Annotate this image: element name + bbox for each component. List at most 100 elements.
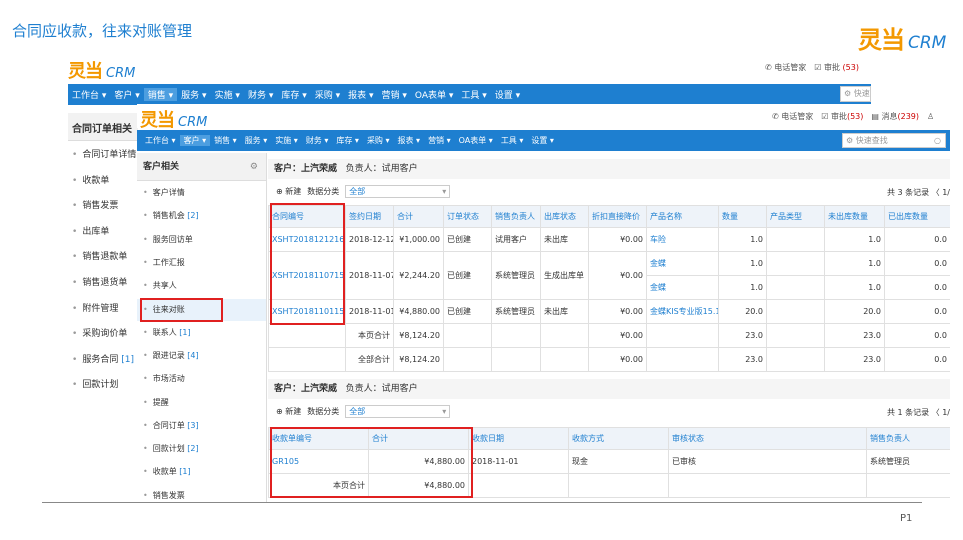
back-sidebar-item-service-contract[interactable]: • 服务合同 [1] (72, 352, 134, 365)
panel-item-work-report[interactable]: • 工作汇报 (143, 257, 185, 268)
user-icon[interactable]: ♙ (927, 112, 934, 121)
back-sidebar-item-payment-plan[interactable]: • 回款计划 (72, 377, 118, 390)
panel-item-marketing[interactable]: • 市场活动 (143, 373, 185, 384)
panel-item-contract-order[interactable]: • 合同订单 [3] (143, 420, 199, 431)
front-nav-service[interactable]: 服务 ▾ (241, 135, 272, 146)
product-link[interactable]: 金蝶 (646, 275, 719, 300)
table-row: GR105 ¥4,880.00 2018-11-01 现金 已审核 系统管理员 (268, 449, 950, 474)
contract-no-link[interactable]: XSHT20181107157 (268, 251, 346, 300)
front-approve-link[interactable]: ☑ 审批(53) (821, 111, 863, 122)
back-nav-finance[interactable]: 财务 ▾ (244, 88, 277, 101)
section1-new-button[interactable]: ⊕ 新建 (276, 186, 301, 197)
col-receipt-method[interactable]: 收款方式 (568, 427, 669, 450)
back-nav-report[interactable]: 报表 ▾ (344, 88, 377, 101)
section2-category-select[interactable]: 全部 ▾ (345, 405, 451, 418)
back-quick-search[interactable]: ⚙ 快速 (840, 86, 871, 102)
panel-item-share[interactable]: • 共享人 (143, 280, 177, 291)
panel-item-invoice[interactable]: • 销售发票 (143, 490, 185, 501)
back-nav-workbench[interactable]: 工作台 ▾ (68, 88, 110, 101)
product-link[interactable]: 车险 (646, 227, 719, 252)
col-product-type[interactable]: 产品类型 (766, 205, 825, 228)
front-nav-finance[interactable]: 财务 ▾ (302, 135, 333, 146)
panel-item-followup[interactable]: • 跟进记录 [4] (143, 350, 199, 361)
col-total[interactable]: 合计 (393, 205, 444, 228)
back-sidebar-title: 合同订单相关 (72, 124, 132, 135)
product-link[interactable]: 金蝶 (646, 251, 719, 276)
contract-no-link[interactable]: XSHT20181212162 (268, 227, 346, 252)
receipt-no-link[interactable]: GR105 (268, 449, 369, 474)
panel-item-receipt[interactable]: • 收款单 [1] (143, 466, 191, 477)
col-audit-status[interactable]: 审核状态 (668, 427, 867, 450)
back-nav-sales[interactable]: 销售 ▾ (143, 88, 178, 101)
col-receipt-date[interactable]: 收款日期 (468, 427, 569, 450)
back-sidebar-item-attachment[interactable]: • 附件管理 (72, 301, 118, 314)
back-nav-tools[interactable]: 工具 ▾ (457, 88, 490, 101)
panel-item-reminder[interactable]: • 提醒 (143, 397, 169, 408)
front-nav-implement[interactable]: 实施 ▾ (271, 135, 302, 146)
back-nav-oa[interactable]: OA表单 ▾ (411, 88, 457, 101)
panel-item-opportunity[interactable]: • 销售机会 [2] (143, 210, 199, 221)
back-sidebar-item-inquiry[interactable]: • 采购询价单 (72, 326, 127, 339)
col-product[interactable]: 产品名称 (646, 205, 719, 228)
front-nav-inventory[interactable]: 库存 ▾ (332, 135, 363, 146)
section2-new-button[interactable]: ⊕ 新建 (276, 406, 301, 417)
back-nav-settings[interactable]: 设置 ▾ (491, 88, 524, 101)
section1-category-select[interactable]: 全部 ▾ (345, 185, 451, 198)
back-approve-link[interactable]: ☑ 审批 (53) (814, 62, 859, 73)
front-nav-workbench[interactable]: 工作台 ▾ (137, 135, 180, 146)
back-sidebar-item-outbound[interactable]: • 出库单 (72, 224, 109, 237)
back-sidebar-item-refund[interactable]: • 销售退款单 (72, 249, 127, 262)
col-contract-no[interactable]: 合同编号 (268, 205, 346, 228)
col-receipt-total[interactable]: 合计 (368, 427, 469, 450)
col-out-qty[interactable]: 已出库数量 (884, 205, 950, 228)
front-search-input[interactable]: ⚙ 快速查找 ○ (842, 133, 946, 148)
cell-owner: 试用客户 (491, 227, 541, 252)
col-receipt-no[interactable]: 收款单编号 (268, 427, 369, 450)
back-nav-purchase[interactable]: 采购 ▾ (311, 88, 344, 101)
col-order-status[interactable]: 订单状态 (443, 205, 492, 228)
front-nav-oa[interactable]: OA表单 ▾ (455, 135, 497, 146)
front-message-link[interactable]: ▤ 消息(239) (871, 111, 919, 122)
contract-no-link[interactable]: XSHT20181101156 (268, 299, 346, 324)
front-nav-customer[interactable]: 客户 ▾ (179, 135, 211, 146)
receipt-page-total-label: 本页合计 (268, 473, 369, 498)
front-nav-report[interactable]: 报表 ▾ (394, 135, 425, 146)
back-phone-link[interactable]: ✆ 电话管家 (765, 62, 806, 73)
panel-item-service-visit[interactable]: • 服务回访单 (143, 234, 193, 245)
section2-customer-label: 客户：上汽荣威 (274, 384, 338, 394)
panel-item-payment-plan[interactable]: • 回款计划 [2] (143, 443, 199, 454)
back-sidebar-item-contract-detail[interactable]: • 合同订单详情 (72, 147, 136, 160)
cell-receipt-owner: 系统管理员 (866, 449, 950, 474)
panel-item-customer-detail[interactable]: • 客户详情 (143, 187, 185, 198)
back-sidebar-item-invoice[interactable]: • 销售发票 (72, 198, 118, 211)
panel-item-contact[interactable]: • 联系人 [1] (143, 327, 191, 338)
back-sidebar-item-receipt[interactable]: • 收款单 (72, 173, 109, 186)
front-nav-tools[interactable]: 工具 ▾ (497, 135, 528, 146)
cell-out: 0.0 (884, 251, 950, 276)
settings-gear-icon[interactable]: ⚙ (250, 153, 258, 181)
back-sidebar-item-return[interactable]: • 销售退货单 (72, 275, 127, 288)
product-link[interactable]: 金蝶KIS专业版15.1 (646, 299, 719, 324)
customer-related-panel: 客户相关 ⚙ • 客户详情 • 销售机会 [2] • 服务回访单 • 工作汇报 • 共享人… (137, 153, 267, 502)
cell-total: ¥1,000.00 (393, 227, 444, 252)
back-nav-marketing[interactable]: 营销 ▾ (378, 88, 411, 101)
col-discount[interactable]: 折扣直接降价 (588, 205, 647, 228)
plus-circle-icon: ⊕ (276, 187, 283, 196)
col-sales-owner[interactable]: 销售负责人 (491, 205, 541, 228)
back-nav-implement[interactable]: 实施 ▾ (211, 88, 244, 101)
front-nav-settings[interactable]: 设置 ▾ (527, 135, 558, 146)
col-stock-status[interactable]: 出库状态 (540, 205, 589, 228)
back-nav-service[interactable]: 服务 ▾ (177, 88, 210, 101)
col-sign-date[interactable]: 签约日期 (345, 205, 394, 228)
col-qty[interactable]: 数量 (718, 205, 767, 228)
back-nav-inventory[interactable]: 库存 ▾ (277, 88, 310, 101)
front-nav-marketing[interactable]: 营销 ▾ (424, 135, 455, 146)
front-phone-link[interactable]: ✆ 电话管家 (772, 111, 813, 122)
front-nav-sales[interactable]: 销售 ▾ (210, 135, 241, 146)
col-unout-qty[interactable]: 未出库数量 (824, 205, 885, 228)
col-receipt-owner[interactable]: 销售负责人 (866, 427, 950, 450)
back-nav-customer[interactable]: 客户 ▾ (110, 88, 143, 101)
front-nav-purchase[interactable]: 采购 ▾ (363, 135, 394, 146)
panel-item-reconciliation[interactable]: • 往来对账 (137, 299, 266, 321)
search-icon[interactable]: ○ (934, 134, 941, 147)
